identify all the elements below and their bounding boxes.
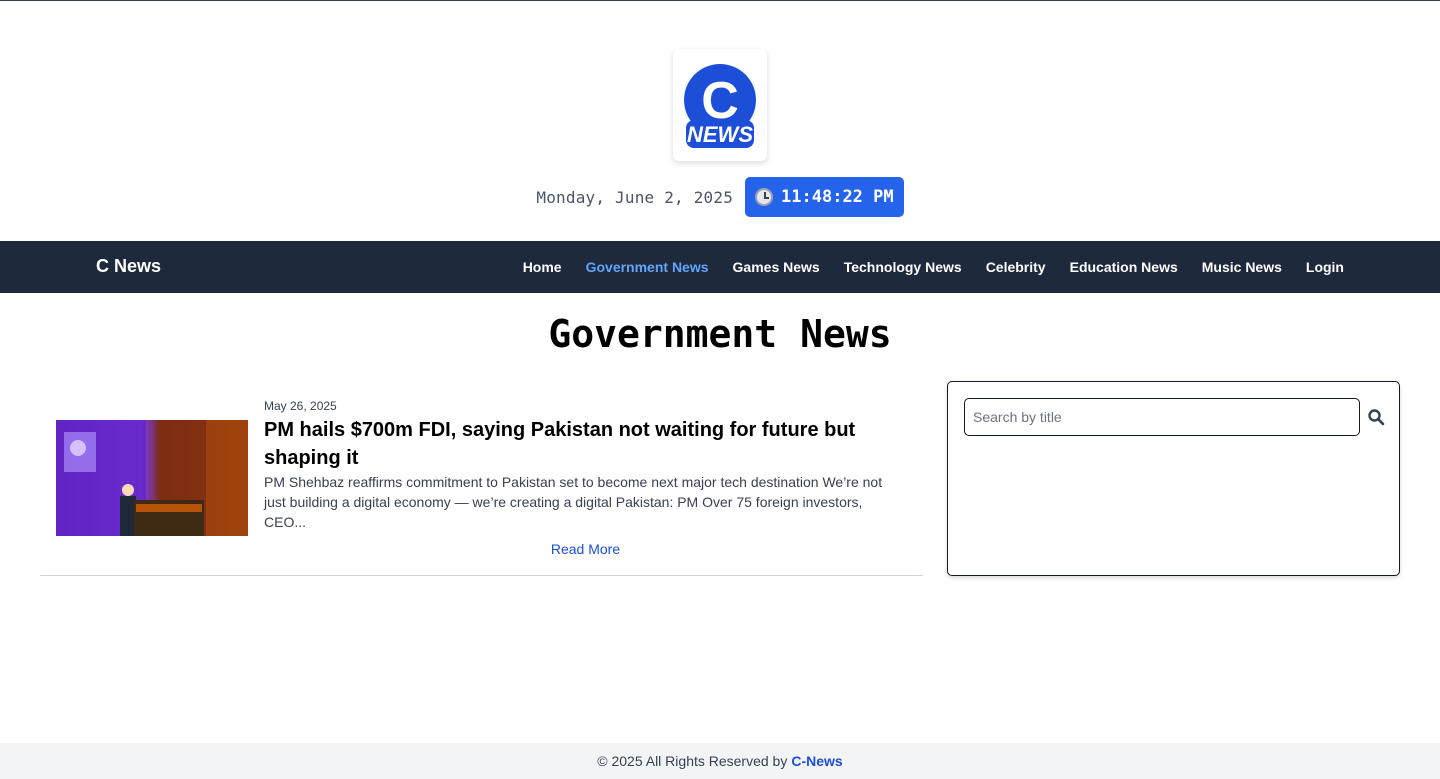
nav-links: Home Government News Games News Technolo… (523, 241, 1344, 293)
nav-link-technology-news[interactable]: Technology News (844, 259, 962, 275)
main-navbar: C News Home Government News Games News T… (0, 241, 1440, 293)
search-icon[interactable] (1367, 408, 1385, 426)
article-thumbnail[interactable] (56, 420, 248, 536)
article-date: May 26, 2025 (264, 399, 337, 413)
nav-link-home[interactable]: Home (523, 259, 562, 275)
footer-copyright: © 2025 All Rights Reserved by (597, 753, 788, 769)
site-logo[interactable]: C NEWS (673, 49, 767, 161)
nav-link-government-news[interactable]: Government News (586, 259, 709, 275)
speech-photo-image (56, 420, 248, 536)
nav-brand[interactable]: C News (96, 256, 161, 277)
nav-link-games-news[interactable]: Games News (733, 259, 820, 275)
search-sidebar (947, 381, 1400, 576)
clock-badge: 11:48:22 PM (745, 177, 904, 217)
cnews-logo-icon: C NEWS (684, 64, 756, 148)
footer-brand-link[interactable]: C-News (791, 753, 842, 769)
current-time: 11:48:22 PM (781, 187, 894, 207)
article-card: May 26, 2025 PM hails $700m FDI, saying … (40, 380, 923, 576)
svg-text:NEWS: NEWS (687, 122, 753, 147)
nav-link-login[interactable]: Login (1306, 259, 1344, 275)
date-time-bar: Monday, June 2, 2025 11:48:22 PM (0, 177, 1440, 217)
current-date: Monday, June 2, 2025 (536, 187, 734, 207)
site-footer: © 2025 All Rights Reserved by C-News (0, 743, 1440, 779)
nav-link-education-news[interactable]: Education News (1070, 259, 1178, 275)
nav-link-celebrity[interactable]: Celebrity (986, 259, 1046, 275)
article-excerpt: PM Shehbaz reaffirms commitment to Pakis… (264, 474, 883, 530)
search-input[interactable] (964, 398, 1360, 436)
stopwatch-icon (755, 188, 774, 206)
read-more-link[interactable]: Read More (264, 541, 907, 557)
nav-link-music-news[interactable]: Music News (1202, 259, 1282, 275)
article-title[interactable]: PM hails $700m FDI, saying Pakistan not … (264, 416, 884, 472)
page-title: Government News (548, 312, 892, 356)
site-header: C NEWS Monday, June 2, 2025 11:48:22 PM (0, 1, 1440, 241)
